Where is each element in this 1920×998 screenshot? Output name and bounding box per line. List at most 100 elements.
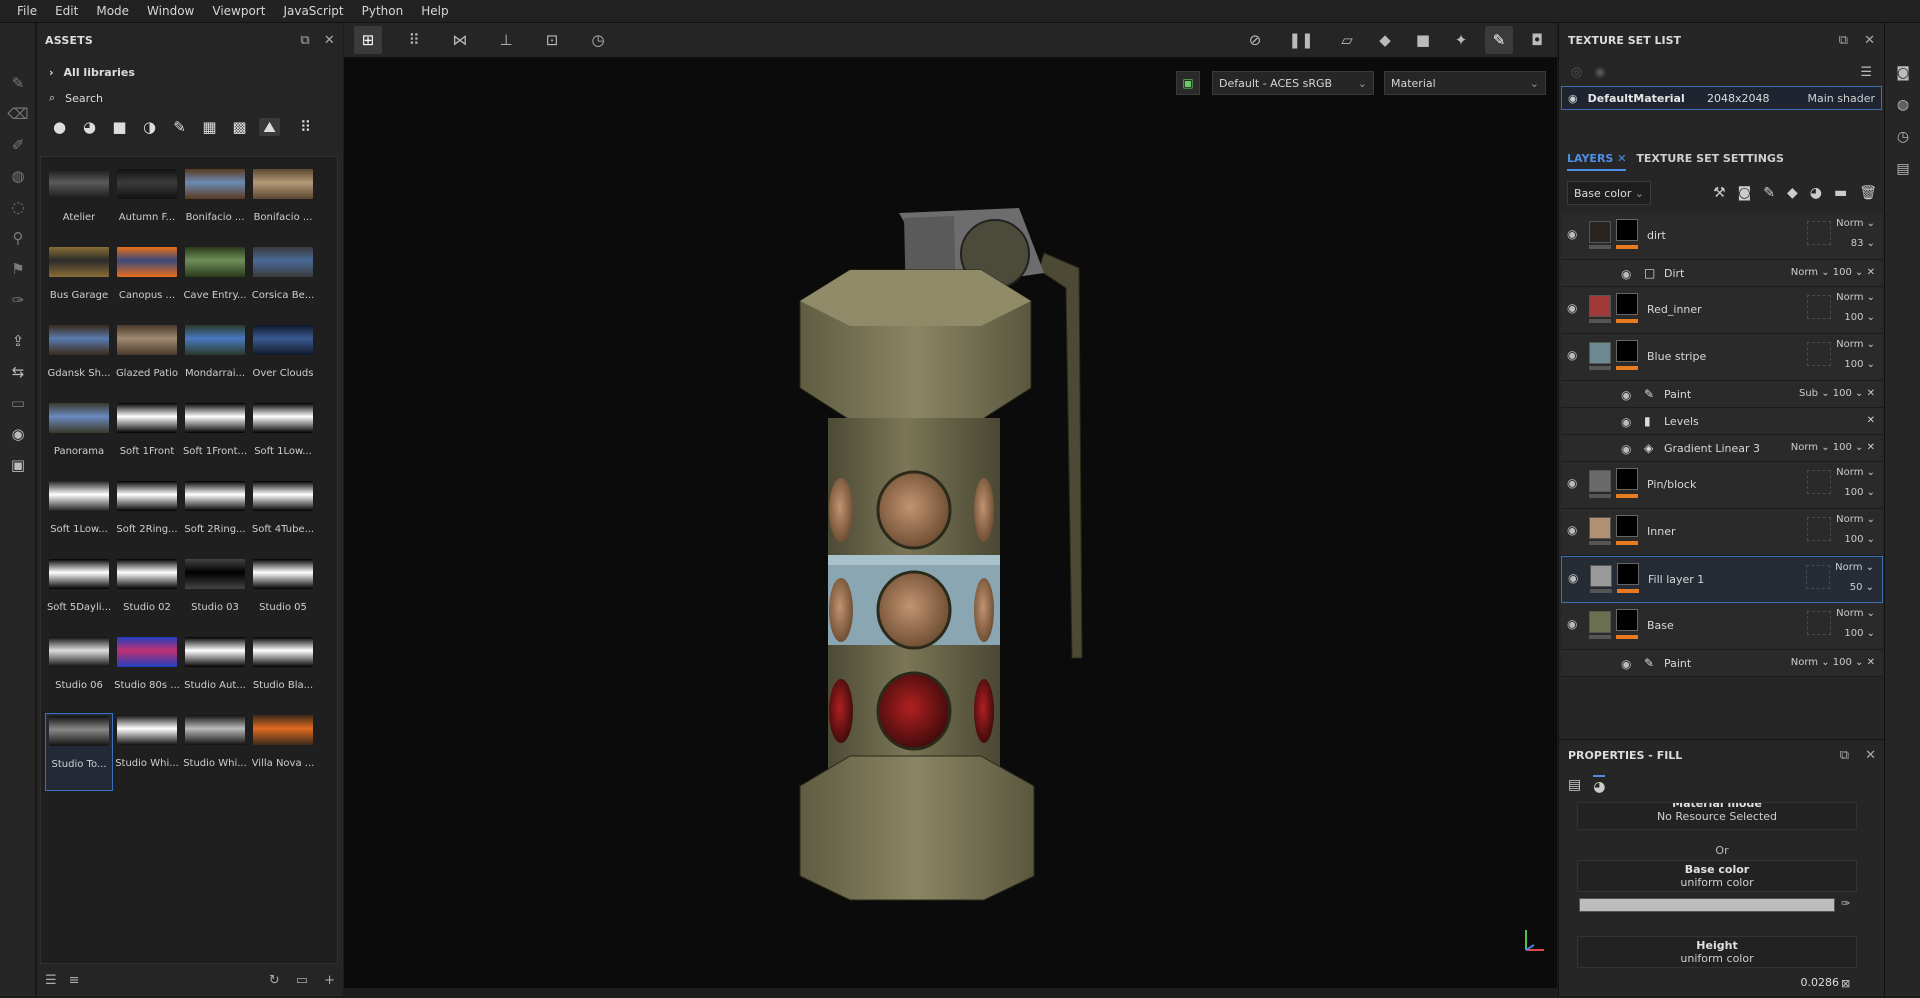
menu-window[interactable]: Window [138, 4, 203, 18]
textures-filter-icon[interactable]: ■ [109, 118, 130, 136]
asset-tile[interactable]: Studio 03 [181, 557, 249, 635]
eye-icon[interactable]: ◉ [1621, 388, 1631, 402]
asset-tile[interactable]: Atelier [45, 167, 113, 245]
asset-tile[interactable]: Studio To... [45, 713, 113, 791]
asset-tile[interactable]: Soft 1Low... [45, 479, 113, 557]
layer-mask-thumbnail[interactable] [1616, 515, 1638, 537]
ui-toggle-icon[interactable]: ⇆ [0, 356, 36, 387]
history-icon[interactable]: ◷ [1885, 121, 1920, 153]
asset-tile[interactable]: Autumn F... [113, 167, 181, 245]
grid-mode-icon[interactable]: ⠿ [400, 26, 428, 54]
menu-mode[interactable]: Mode [87, 4, 138, 18]
material-tab-icon[interactable]: ◕ [1593, 775, 1606, 795]
close-icon[interactable]: ✕ [1864, 33, 1875, 48]
viewport[interactable]: ⊞ ⠿ ⋈ ⊥ ⊡ ◷ ⊘ ❚❚ ▱ ◆ ■ ✦ ✎ ◘ ▣ Default -… [344, 23, 1557, 996]
effect-row[interactable]: ◉ ▮ Levels ✕ [1561, 408, 1883, 435]
effect-blend-select[interactable]: Norm ⌄ 100 ⌄ ✕ [1791, 442, 1875, 453]
texture-set-icon[interactable]: ◙ [1885, 57, 1920, 89]
menu-file[interactable]: File [8, 4, 46, 18]
display-icon[interactable]: ◉ [0, 418, 36, 449]
asset-tile[interactable]: Soft 2Ring... [181, 479, 249, 557]
layer-row[interactable]: ◉ Pin/block Norm ⌄ 100 ⌄ [1561, 462, 1883, 509]
folder-icon[interactable]: ▭ [296, 973, 308, 988]
grenade-model[interactable] [344, 58, 1557, 998]
layer-mask-thumbnail[interactable] [1617, 563, 1639, 585]
eye-icon[interactable]: ◉ [1567, 476, 1577, 490]
layer-row[interactable]: ◉ Inner Norm ⌄ 100 ⌄ [1561, 509, 1883, 556]
layer-row[interactable]: ◉ dirt Norm ⌄ 83 ⌄ [1561, 213, 1883, 260]
asset-tile[interactable]: Canopus ... [113, 245, 181, 323]
channel-select[interactable]: Base color ⌄ [1567, 181, 1651, 205]
eye-icon[interactable]: ◉ [1567, 523, 1577, 537]
delete-icon[interactable]: 🗑 [1859, 185, 1877, 201]
align-icon[interactable]: ⊥ [492, 26, 520, 54]
layer-row[interactable]: ◉ Red_inner Norm ⌄ 100 ⌄ [1561, 287, 1883, 334]
asset-tile[interactable]: Soft 1Low... [249, 401, 317, 479]
effect-row[interactable]: ◉ ◈ Gradient Linear 3 Norm ⌄ 100 ⌄ ✕ [1561, 435, 1883, 462]
bake-icon[interactable]: ⇪ [0, 325, 36, 356]
asset-tile[interactable]: Studio Aut... [181, 635, 249, 713]
opacity-select[interactable]: 100 ⌄ [1844, 359, 1875, 370]
blend-mode-select[interactable]: Norm ⌄ [1836, 608, 1875, 619]
asset-tile[interactable]: Studio Bla... [249, 635, 317, 713]
color-picker-icon[interactable]: ✑ [0, 284, 36, 315]
geometry-fill-icon[interactable]: ◍ [0, 160, 36, 191]
layer-mask-thumbnail[interactable] [1616, 468, 1638, 490]
eye-icon[interactable]: ◉ [1621, 267, 1631, 281]
asset-tile[interactable]: Studio 05 [249, 557, 317, 635]
alphas-filter-icon[interactable]: ▩ [229, 118, 250, 136]
asset-tile[interactable]: Studio 02 [113, 557, 181, 635]
add-paint-layer-icon[interactable]: ✎ [1763, 185, 1775, 201]
asset-tile[interactable]: Bus Garage [45, 245, 113, 323]
asset-tile[interactable]: Corsica Be... [249, 245, 317, 323]
asset-tile[interactable]: Soft 4Tube... [249, 479, 317, 557]
opacity-select[interactable]: 100 ⌄ [1844, 312, 1875, 323]
asset-tile[interactable]: Mondarrai... [181, 323, 249, 401]
effect-row[interactable]: ◉ □ Dirt Norm ⌄ 100 ⌄ ✕ [1561, 260, 1883, 287]
menu-javascript[interactable]: JavaScript [274, 4, 352, 18]
asset-tile[interactable]: Bonifacio ... [249, 167, 317, 245]
eye-icon[interactable]: ◉ [1567, 348, 1577, 362]
asset-tile[interactable]: Studio Whi... [181, 713, 249, 791]
eye-icon[interactable]: ◉ [1621, 415, 1631, 429]
shelf-icon[interactable]: ▭ [0, 387, 36, 418]
opacity-select[interactable]: 100 ⌄ [1844, 487, 1875, 498]
smart-materials-filter-icon[interactable]: ◕ [79, 118, 100, 136]
search-input[interactable]: ⌕ Search [37, 86, 343, 110]
blend-mode-select[interactable]: Norm ⌄ [1836, 467, 1875, 478]
asset-tile[interactable]: Studio Whi... [113, 713, 181, 791]
projection-icon[interactable]: ✐ [0, 129, 36, 160]
environment-icon[interactable]: ✦ [1447, 26, 1475, 54]
asset-tile[interactable]: Glazed Patio [113, 323, 181, 401]
eyedropper-icon[interactable]: ✑ [1841, 897, 1850, 910]
close-icon[interactable]: ✕ [324, 33, 335, 48]
paint-mode-icon[interactable]: ✎ [1485, 26, 1513, 54]
materials-filter-icon[interactable]: ● [49, 118, 70, 136]
height-value[interactable]: 0.0286 [1801, 976, 1840, 989]
add-effect-icon[interactable]: ⚒ [1713, 185, 1726, 201]
asset-tile[interactable]: Soft 1Front [113, 401, 181, 479]
effect-row[interactable]: ◉ ✎ Paint Norm ⌄ 100 ⌄ ✕ [1561, 650, 1883, 677]
list-view-icon[interactable]: ☰ [45, 973, 57, 988]
symmetry-icon[interactable]: ⋈ [446, 26, 474, 54]
texture-set-row[interactable]: ◉ DefaultMaterial 2048x2048 Main shader [1561, 86, 1882, 110]
asset-tile[interactable]: Soft 5Dayli... [45, 557, 113, 635]
picker-icon[interactable]: ⚑ [0, 253, 36, 284]
masks-filter-icon[interactable]: ◑ [139, 118, 160, 136]
refresh-icon[interactable]: ↻ [269, 973, 280, 988]
asset-tile[interactable]: Cave Entry... [181, 245, 249, 323]
height-box[interactable]: Height uniform color [1577, 936, 1857, 968]
asset-tile[interactable]: Bonifacio ... [181, 167, 249, 245]
blend-mode-select[interactable]: Norm ⌄ [1836, 514, 1875, 525]
asset-tile[interactable]: Soft 2Ring... [113, 479, 181, 557]
base-color-box[interactable]: Base color uniform color [1577, 860, 1857, 892]
base-color-swatch[interactable] [1579, 898, 1835, 912]
shader-name[interactable]: Main shader [1808, 92, 1875, 105]
opacity-select[interactable]: 83 ⌄ [1851, 238, 1875, 249]
clone-icon[interactable]: ⚲ [0, 222, 36, 253]
blend-mode-select[interactable]: Norm ⌄ [1836, 218, 1875, 229]
menu-edit[interactable]: Edit [46, 4, 87, 18]
undock-icon[interactable]: ⧉ [1840, 748, 1849, 763]
brushes-filter-icon[interactable]: ✎ [169, 118, 190, 136]
blend-mode-select[interactable]: Norm ⌄ [1836, 292, 1875, 303]
